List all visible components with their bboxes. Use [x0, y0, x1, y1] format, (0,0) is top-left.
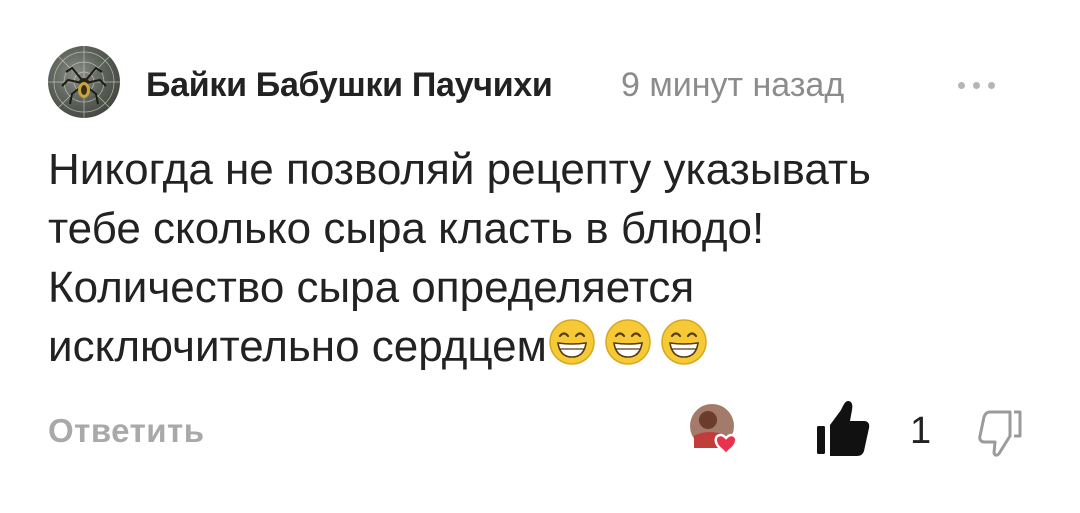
- thumbs-down-icon[interactable]: [976, 408, 1024, 460]
- more-dots-icon: [973, 81, 980, 89]
- heart-reaction-avatar[interactable]: [688, 402, 744, 458]
- more-dots-icon: [988, 81, 995, 89]
- grinning-face-emoji: [549, 319, 595, 365]
- grinning-face-emoji: [605, 319, 651, 365]
- comment-line-with-emoji: исключительно сердцем: [48, 317, 1028, 376]
- more-options-button[interactable]: [958, 78, 1008, 92]
- comment-timestamp: 9 минут назад: [621, 66, 845, 104]
- comment-line: Никогда не позволяй рецепту указывать: [48, 145, 871, 194]
- author-name[interactable]: Байки Бабушки Паучихи: [146, 66, 553, 105]
- comment-line: Количество сыра определяется: [48, 263, 695, 312]
- thumbs-up-icon[interactable]: [815, 398, 871, 458]
- comment-card: Байки Бабушки Паучихи 9 минут назад Нико…: [0, 0, 1080, 513]
- comment-line: исключительно сердцем: [48, 322, 547, 371]
- like-count: 1: [910, 410, 932, 452]
- more-dots-icon: [958, 81, 965, 89]
- comment-text: Никогда не позволяй рецепту указывать те…: [48, 140, 1028, 376]
- author-avatar[interactable]: [48, 46, 120, 118]
- grinning-face-emoji: [661, 319, 707, 365]
- comment-line: тебе сколько сыра класть в блюдо!: [48, 204, 765, 253]
- spider-avatar-image: [48, 46, 120, 118]
- reply-button[interactable]: Ответить: [48, 412, 205, 450]
